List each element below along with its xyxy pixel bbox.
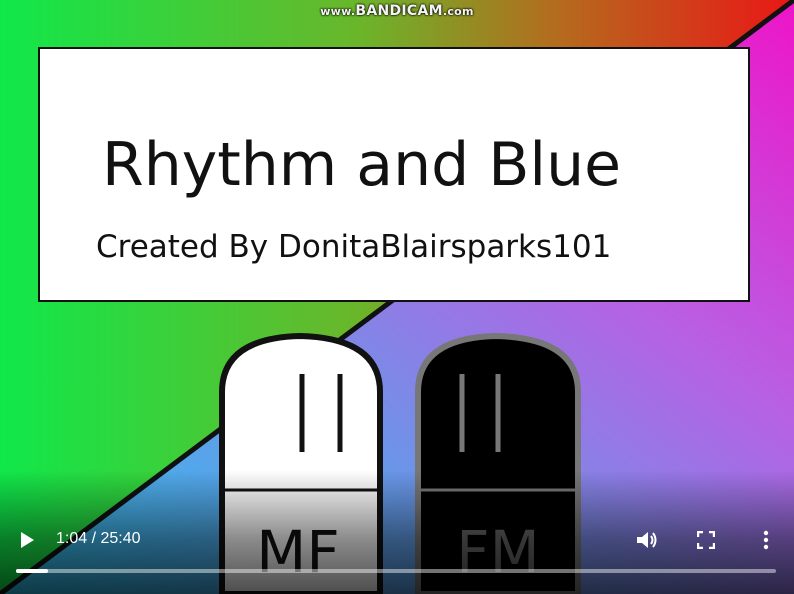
character-left: MF — [219, 332, 383, 594]
volume-button[interactable] — [632, 526, 662, 554]
play-button[interactable] — [12, 526, 42, 554]
play-icon — [21, 532, 34, 548]
watermark-suffix: .com — [442, 5, 474, 18]
progress-bar[interactable] — [16, 569, 776, 573]
watermark-brand: BANDICAM — [355, 3, 443, 19]
fullscreen-icon — [697, 531, 715, 549]
recorder-watermark: www.BANDICAM.com — [0, 3, 794, 19]
video-credit: Created By DonitaBlairsparks101 — [96, 229, 612, 265]
fullscreen-button[interactable] — [692, 526, 720, 554]
more-vertical-icon — [763, 530, 769, 550]
video-title: Rhythm and Blue — [102, 130, 622, 200]
more-options-button[interactable] — [752, 526, 780, 554]
time-display: 1:04 / 25:40 — [56, 530, 141, 547]
watermark-prefix: www. — [320, 5, 356, 18]
video-player[interactable]: MF FM www.BANDICAM.com Rhythm and Blue C… — [0, 0, 794, 594]
volume-icon — [637, 532, 657, 548]
character-right-marking: FM — [456, 518, 539, 586]
character-left-marking: MF — [256, 518, 339, 586]
progress-bar-played — [16, 569, 48, 573]
character-right: FM — [415, 332, 581, 594]
title-card: Rhythm and Blue Created By DonitaBlairsp… — [38, 47, 750, 302]
